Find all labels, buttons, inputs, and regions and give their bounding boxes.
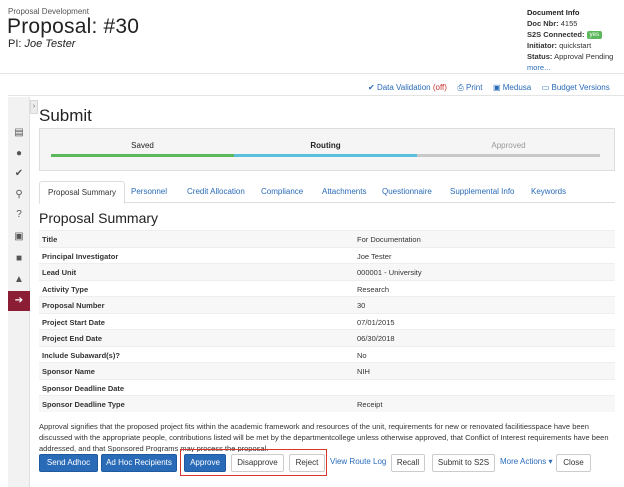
toolbar-divider xyxy=(8,95,624,96)
side-nav-rail: › ▤ ● ✔ ⚲ ? ▣ ■ ▲ ➔ xyxy=(8,97,38,487)
tab-proposal-summary[interactable]: Proposal Summary xyxy=(39,181,126,204)
table-row: Lead Unit 000001 - University xyxy=(39,263,615,280)
pi-line: PI: Joe Tester xyxy=(8,38,75,50)
progress-bar-approved xyxy=(417,154,600,157)
proposal-summary-table: Title For Documentation Principal Investi… xyxy=(39,230,615,412)
pi-label: PI: xyxy=(8,38,22,50)
proposal-summary-heading: Proposal Summary xyxy=(39,210,159,226)
data-validation-state[interactable]: (off) xyxy=(433,83,447,92)
status-value: Approval Pending xyxy=(554,52,614,61)
stage-saved: Saved xyxy=(131,141,154,150)
question-icon[interactable]: ? xyxy=(8,205,30,225)
table-row: Proposal Number 30 xyxy=(39,296,615,313)
reject-button[interactable]: Reject xyxy=(289,454,325,472)
toolbar: ✔ Data Validation (off) ⎙ Print ▣ Medusa… xyxy=(368,83,610,93)
table-row: Include Subaward(s)? No xyxy=(39,345,615,363)
document-info-heading: Document Info xyxy=(527,8,580,17)
document-icon[interactable]: ▤ xyxy=(8,123,30,143)
progress-bar-routing xyxy=(234,154,417,157)
progress-bar-saved xyxy=(51,154,234,157)
table-row: Sponsor Deadline Type Receipt xyxy=(39,395,615,412)
table-row: Title For Documentation xyxy=(39,230,615,247)
print-link[interactable]: Print xyxy=(466,83,482,92)
lock-icon[interactable]: ■ xyxy=(8,249,30,269)
approve-button[interactable]: Approve xyxy=(184,454,226,472)
table-row: Principal Investigator Joe Tester xyxy=(39,246,615,264)
table-row: Project End Date 06/30/2018 xyxy=(39,329,615,346)
table-row: Sponsor Deadline Date xyxy=(39,378,615,396)
section-heading-submit: Submit xyxy=(39,106,92,125)
bell-icon[interactable]: ▲ xyxy=(8,270,30,290)
tab-bar: Proposal Summary Personnel Credit Alloca… xyxy=(39,181,615,204)
tab-questionnaire[interactable]: Questionnaire xyxy=(382,181,432,203)
tab-compliance[interactable]: Compliance xyxy=(261,181,303,203)
budget-icon: ▭ xyxy=(541,83,550,92)
person-icon[interactable]: ● xyxy=(8,144,30,164)
route-progress: Saved Routing Approved xyxy=(39,128,615,171)
tab-supplemental-info[interactable]: Supplemental Info xyxy=(450,181,515,203)
paperclip-icon[interactable]: ⚲ xyxy=(8,185,30,205)
submit-to-s2s-button[interactable]: Submit to S2S xyxy=(432,454,495,472)
tab-personnel[interactable]: Personnel xyxy=(131,181,167,203)
caret-down-icon: ▾ xyxy=(548,457,553,466)
page-title: Proposal: #30 xyxy=(7,15,140,38)
medusa-icon: ▣ xyxy=(492,83,501,92)
expand-nav-button[interactable]: › xyxy=(30,100,38,114)
money-icon[interactable]: ▣ xyxy=(8,227,30,247)
more-info-link[interactable]: more... xyxy=(527,62,613,73)
tab-attachments[interactable]: Attachments xyxy=(322,181,366,203)
approval-certification-text: Approval signifies that the proposed pro… xyxy=(39,422,609,452)
send-adhoc-button[interactable]: Send Adhoc xyxy=(39,454,98,472)
budget-versions-link[interactable]: Budget Versions xyxy=(551,83,609,92)
submit-icon[interactable]: ➔ xyxy=(8,291,30,311)
document-info-panel: Document Info Doc Nbr: 4155 S2S Connecte… xyxy=(527,7,613,73)
doc-nbr-value: 4155 xyxy=(560,19,578,28)
header-divider xyxy=(0,73,624,74)
status-row: Status: Approval Pending xyxy=(527,52,614,61)
s2s-status-badge: yes xyxy=(586,31,602,39)
medusa-link[interactable]: Medusa xyxy=(503,83,531,92)
s2s-row: S2S Connected: yes xyxy=(527,29,613,40)
check-icon: ✔ xyxy=(368,83,375,92)
initiator-value: quickstart xyxy=(559,41,592,50)
more-actions-dropdown[interactable]: More Actions ▾ xyxy=(500,454,553,472)
data-validation-link[interactable]: Data Validation xyxy=(377,83,431,92)
tab-credit-allocation[interactable]: Credit Allocation xyxy=(187,181,245,203)
recall-button[interactable]: Recall xyxy=(391,454,425,472)
disapprove-button[interactable]: Disapprove xyxy=(231,454,284,472)
tab-keywords[interactable]: Keywords xyxy=(531,181,566,203)
check-icon[interactable]: ✔ xyxy=(8,164,30,184)
pi-name: Joe Tester xyxy=(24,38,76,50)
table-row: Activity Type Research xyxy=(39,279,615,297)
stage-approved: Approved xyxy=(491,141,526,150)
more-actions-label: More Actions xyxy=(500,457,547,466)
ad-hoc-recipients-button[interactable]: Ad Hoc Recipients xyxy=(101,454,177,472)
table-row: Project Start Date 07/01/2015 xyxy=(39,312,615,330)
print-icon: ⎙ xyxy=(457,83,464,92)
doc-nbr-row: Doc Nbr: 4155 xyxy=(527,19,578,28)
initiator-row: Initiator: quickstart xyxy=(527,41,592,50)
view-route-log-link[interactable]: View Route Log xyxy=(330,454,386,472)
table-row: Sponsor Name NIH xyxy=(39,362,615,379)
stage-routing: Routing xyxy=(310,141,341,150)
close-button[interactable]: Close xyxy=(556,454,591,472)
